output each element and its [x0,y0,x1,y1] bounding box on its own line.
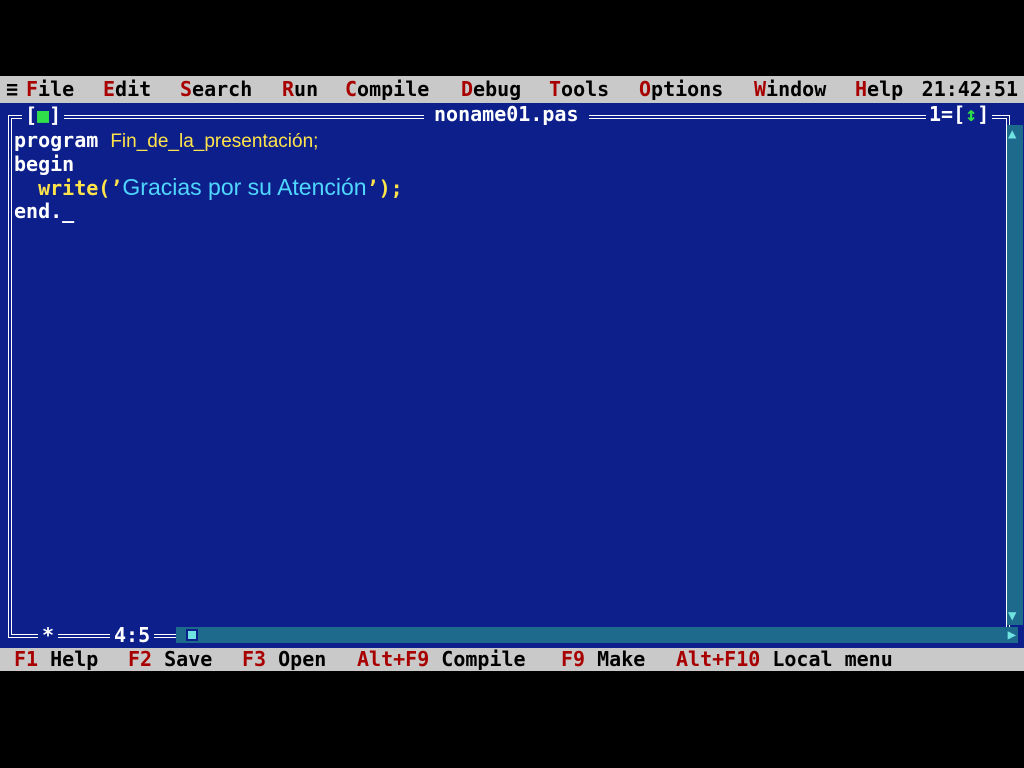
close-icon: ■ [37,103,50,127]
vertical-scrollbar[interactable]: ▲ ▼ [1007,125,1023,625]
window-status-bar: * 4:5 ▶ [0,623,1024,647]
window-filename: noname01.pas [424,103,589,125]
scroll-up-icon[interactable]: ▲ [1008,127,1016,141]
write-call: write(’ [38,176,123,200]
menu-edit-hotkey: E [103,77,116,101]
scroll-thumb[interactable] [186,629,198,641]
code-area[interactable]: program Fin_de_la_presentación; begin wr… [14,129,403,223]
modified-indicator: * [38,623,59,647]
cursor-position: 4:5 [110,623,155,647]
scroll-right-icon[interactable]: ▶ [1008,628,1016,642]
menu-window-label: indow [766,77,827,101]
menu-help[interactable]: Help [855,76,903,103]
menu-debug[interactable]: Debug [461,76,521,103]
window-number-zoom: 1=[↕] [926,102,993,126]
menu-tools-label: ools [561,77,610,101]
zoom-box[interactable]: =[↕] [941,102,989,126]
menu-bar: ≡ File Edit Search Run Compile Debug Too… [0,76,1024,103]
menu-debug-label: ebug [473,77,522,101]
hint-save-key: F2 [128,647,153,671]
hint-make-label: Make [597,647,646,671]
code-line-2: begin [14,152,74,176]
close-box[interactable]: [■] [22,103,65,127]
keyword-begin: begin [14,152,75,176]
turbo-pascal-screen: ≡ File Edit Search Run Compile Debug Too… [0,76,1024,671]
menu-file[interactable]: File [26,76,74,103]
text-cursor: _ [62,199,75,223]
window-number: 1 [929,102,942,126]
window-title-bar: [■] noname01.pas 1=[↕] [0,103,1024,127]
hint-compile-label: Compile [441,647,526,671]
string-literal: Gracias por su Atención [122,174,367,200]
hint-help[interactable]: F1 Help [14,648,98,671]
menu-compile-hotkey: C [345,77,358,101]
hint-local-menu-label: Local menu [772,647,893,671]
menu-search-hotkey: S [180,77,193,101]
menu-search[interactable]: Search [180,76,252,103]
menu-help-hotkey: H [855,77,868,101]
hint-save[interactable]: F2 Save [128,648,212,671]
menu-tools-hotkey: T [549,77,562,101]
horizontal-scrollbar[interactable]: ▶ [176,627,1018,643]
hint-open-key: F3 [242,647,267,671]
menu-edit-label: dit [115,77,152,101]
close-box-right: ] [49,103,62,127]
menu-compile-label: ompile [357,77,430,101]
zoom-icon: ↕ [965,102,978,126]
hint-open[interactable]: F3 Open [242,648,326,671]
zoom-box-right: ] [977,102,990,126]
keyword-end: end. [14,199,63,223]
menu-tools[interactable]: Tools [549,76,609,103]
hint-local-menu[interactable]: Alt+F10 Local menu [676,648,893,671]
hint-open-label: Open [278,647,327,671]
menu-edit[interactable]: Edit [103,76,151,103]
editor-window: [■] noname01.pas 1=[↕] program Fin_de_la… [0,103,1024,648]
hint-help-key: F1 [14,647,39,671]
menu-help-label: elp [867,77,904,101]
hint-make[interactable]: F9 Make [561,648,645,671]
menu-file-hotkey: F [26,77,39,101]
menu-run-label: un [294,77,319,101]
hint-save-label: Save [164,647,213,671]
menu-file-label: ile [38,77,75,101]
menu-compile[interactable]: Compile [345,76,429,103]
hint-compile-key: Alt+F9 [357,647,430,671]
menu-options-hotkey: O [639,77,652,101]
menu-run[interactable]: Run [282,76,318,103]
program-identifier: Fin_de_la_presentación; [110,131,319,152]
write-call-end: ’); [366,176,403,200]
hint-compile[interactable]: Alt+F9 Compile [357,648,526,671]
hint-make-key: F9 [561,647,586,671]
code-line-4: end._ [14,199,74,223]
code-line-1: program Fin_de_la_presentación; [14,128,319,153]
scroll-down-icon[interactable]: ▼ [1008,609,1016,623]
hint-help-label: Help [50,647,99,671]
menu-window-hotkey: W [754,77,767,101]
menu-run-hotkey: R [282,77,295,101]
system-menu-icon[interactable]: ≡ [6,76,18,103]
clock: 21:42:51 [921,77,1018,101]
code-line-3: write(’Gracias por su Atención’); [14,176,403,200]
hint-local-menu-key: Alt+F10 [676,647,761,671]
menu-debug-hotkey: D [461,77,474,101]
menu-search-label: earch [192,77,253,101]
keyword-program: program [14,128,111,152]
menu-window[interactable]: Window [754,76,826,103]
zoom-box-left: =[ [941,102,966,126]
menu-options-label: ptions [651,77,724,101]
menu-options[interactable]: Options [639,76,723,103]
hint-bar: F1 Help F2 Save F3 Open Alt+F9 Compile F… [0,648,1024,671]
close-box-left: [ [25,103,38,127]
